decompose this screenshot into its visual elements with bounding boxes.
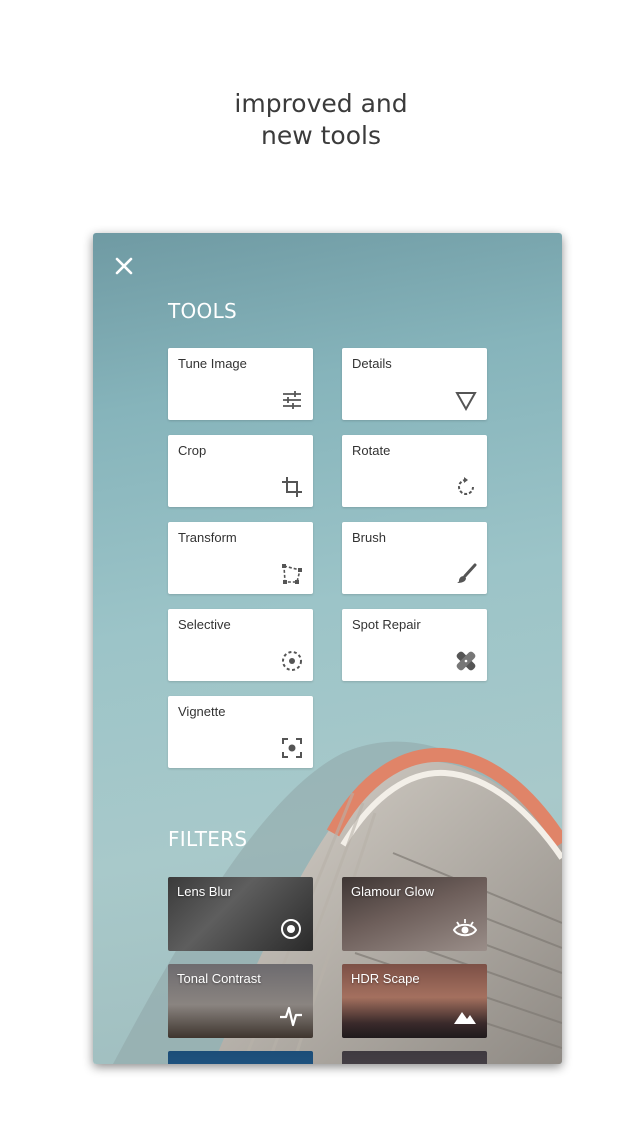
triangle-down-icon xyxy=(455,392,477,412)
tool-label: Brush xyxy=(352,530,386,545)
tool-brush[interactable]: Brush xyxy=(342,522,487,594)
perspective-icon xyxy=(282,564,302,584)
crop-icon xyxy=(282,477,302,497)
headline: improved and new tools xyxy=(0,88,642,152)
filter-label: Lens Blur xyxy=(177,884,232,899)
rotate-icon xyxy=(458,477,474,495)
filter-label: HDR Scape xyxy=(351,971,420,986)
vignette-icon xyxy=(282,738,302,758)
tool-spot-repair[interactable]: Spot Repair xyxy=(342,609,487,681)
tool-label: Details xyxy=(352,356,392,371)
pulse-icon xyxy=(280,1006,302,1027)
tool-transform[interactable]: Transform xyxy=(168,522,313,594)
sliders-icon xyxy=(283,391,301,409)
filter-glamour-glow[interactable]: Glamour Glow xyxy=(342,877,487,951)
filters-section-title: FILTERS xyxy=(168,827,248,851)
filters-grid: Lens Blur Glamour Glow Tonal Contrast HD… xyxy=(168,877,487,1064)
close-button[interactable] xyxy=(111,253,137,279)
bandage-icon xyxy=(456,651,476,671)
tool-label: Rotate xyxy=(352,443,391,458)
tool-crop[interactable]: Crop xyxy=(168,435,313,507)
headline-line-2: new tools xyxy=(261,121,381,150)
tool-label: Vignette xyxy=(178,704,226,719)
tool-vignette[interactable]: Vignette xyxy=(168,696,313,768)
tools-section-title: TOOLS xyxy=(168,299,238,323)
filter-label: Glamour Glow xyxy=(351,884,435,899)
tool-label: Selective xyxy=(178,617,231,632)
close-icon xyxy=(115,257,133,275)
headline-line-1: improved and xyxy=(234,89,408,118)
tool-label: Tune Image xyxy=(178,356,247,371)
eye-icon xyxy=(452,919,478,937)
tool-details[interactable]: Details xyxy=(342,348,487,420)
filter-card-partial[interactable] xyxy=(342,1051,487,1064)
filter-tonal-contrast[interactable]: Tonal Contrast xyxy=(168,964,313,1038)
filter-label: Tonal Contrast xyxy=(177,971,261,986)
tool-rotate[interactable]: Rotate xyxy=(342,435,487,507)
tool-label: Transform xyxy=(178,530,237,545)
tool-label: Spot Repair xyxy=(352,617,421,632)
tool-tune-image[interactable]: Tune Image xyxy=(168,348,313,420)
phone-screen: TOOLS Tune Image Details Crop Rotate Tra… xyxy=(93,233,562,1064)
filter-lens-blur[interactable]: Lens Blur xyxy=(168,877,313,951)
mountain-icon xyxy=(454,1012,476,1024)
tool-label: Crop xyxy=(178,443,207,458)
filter-card-partial[interactable] xyxy=(168,1051,313,1064)
target-icon xyxy=(281,919,301,939)
brush-icon xyxy=(457,563,477,583)
tool-selective[interactable]: Selective xyxy=(168,609,313,681)
target-dashed-icon xyxy=(282,651,302,671)
filter-hdr-scape[interactable]: HDR Scape xyxy=(342,964,487,1038)
tools-grid: Tune Image Details Crop Rotate Transform… xyxy=(168,348,487,768)
